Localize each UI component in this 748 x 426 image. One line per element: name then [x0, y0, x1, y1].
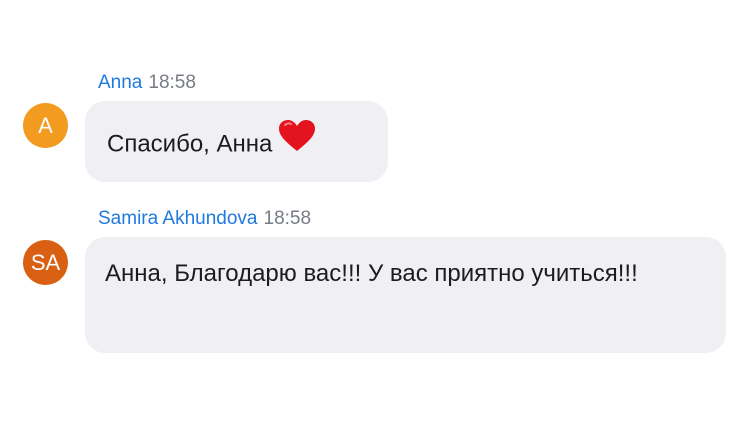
- avatar[interactable]: SA: [23, 240, 68, 285]
- message-time: 18:58: [263, 208, 312, 229]
- chat-thread: Anna 18:58 A Спасибо, Анна Samira Akhundo…: [0, 0, 748, 426]
- avatar-initials: SA: [30, 249, 61, 275]
- heart-icon: [278, 119, 316, 165]
- author-name[interactable]: Samira Akhundova: [98, 208, 258, 229]
- avatar-initials: A: [38, 112, 53, 138]
- message-header: Anna 18:58: [98, 72, 196, 94]
- message-bubble[interactable]: Анна, Благодарю вас!!! У вас приятно учи…: [85, 237, 726, 353]
- message-time: 18:58: [148, 72, 196, 93]
- message-text: Спасибо, Анна: [107, 130, 273, 158]
- author-name[interactable]: Anna: [98, 72, 142, 93]
- message-text: Анна, Благодарю вас!!! У вас приятно учи…: [105, 260, 638, 287]
- message-bubble[interactable]: Спасибо, Анна: [85, 101, 388, 182]
- message-header: Samira Akhundova 18:58: [98, 208, 311, 230]
- avatar[interactable]: A: [23, 103, 68, 148]
